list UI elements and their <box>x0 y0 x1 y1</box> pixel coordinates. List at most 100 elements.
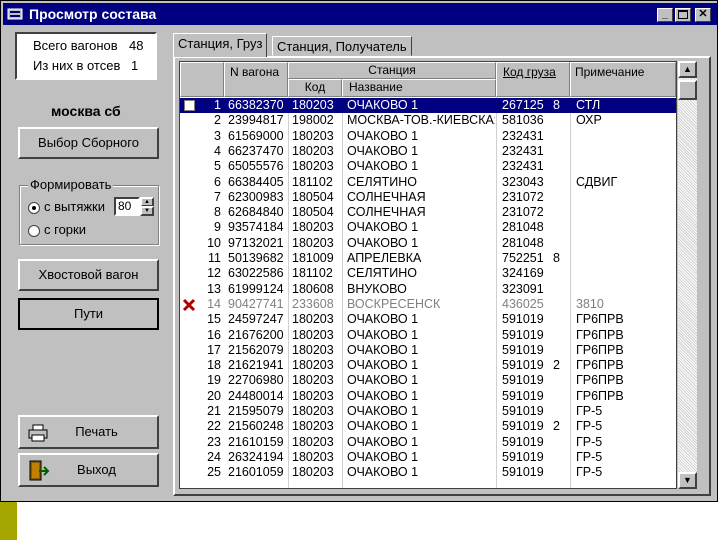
table-row[interactable]: 19 22706980 180203 ОЧАКОВО 1 591019 ГР6ПРВ <box>180 373 676 388</box>
cell-cargo-code: 591019 <box>502 342 544 357</box>
exit-button[interactable]: Выход <box>18 453 159 487</box>
total-wagons-label: Всего вагонов <box>33 38 118 53</box>
table-row[interactable]: 18 21621941 180203 ОЧАКОВО 1 591019 2 ГР6ПРВ <box>180 358 676 373</box>
tab-station-cargo[interactable]: Станция, Груз <box>173 33 268 57</box>
cell-row-number: 18 <box>207 358 221 373</box>
app-icon <box>7 8 23 20</box>
maximize-button[interactable] <box>675 8 691 22</box>
table-row[interactable]: 15 24597247 180203 ОЧАКОВО 1 591019 ГР6ПРВ <box>180 312 676 327</box>
cell-row-number: 20 <box>207 388 221 403</box>
table-row[interactable]: 12 63022586 181102 СЕЛЯТИНО 324169 <box>180 266 676 281</box>
header-station-code[interactable]: Код <box>288 79 342 97</box>
cell-station-name: ОЧАКОВО 1 <box>347 235 419 250</box>
cell-wagon-no: 66384405 <box>228 174 284 189</box>
table-row[interactable]: 13 61999124 180608 ВНУКОВО 323091 <box>180 282 676 297</box>
table-row[interactable]: 2 23994817 198002 МОСКВА-ТОВ.-КИЕВСКАЯ 58103… <box>180 113 676 128</box>
cell-station-code: 181009 <box>292 251 334 265</box>
cell-wagon-no: 21562079 <box>228 342 284 357</box>
cell-cargo-code: 591019 <box>502 465 544 480</box>
pull-radio[interactable] <box>28 202 40 214</box>
tracks-button[interactable]: Пути <box>18 298 159 330</box>
header-corner <box>180 62 224 97</box>
table-row[interactable]: 3 61569000 180203 ОЧАКОВО 1 232431 <box>180 129 676 144</box>
cell-cargo-code: 232431 <box>502 159 544 174</box>
pull-value-input[interactable]: 80 <box>114 197 140 216</box>
wagon-counts-box: Всего вагонов 48 Из них в отсев 1 <box>15 32 157 80</box>
table-row[interactable]: 4 66237470 180203 ОЧАКОВО 1 232431 <box>180 144 676 159</box>
cell-station-name: МОСКВА-ТОВ.-КИЕВСКАЯ <box>347 113 495 128</box>
cell-station-name: ОЧАКОВО 1 <box>347 373 419 388</box>
cell-station-code: 180203 <box>292 312 334 327</box>
table-row[interactable]: 14 90427741 233608 ВОСКРЕСЕНСК 436025 3810 <box>180 297 676 312</box>
cell-wagon-no: 21621941 <box>228 358 284 373</box>
cell-cargo-code: 267125 <box>502 98 544 112</box>
cell-note: 3810 <box>576 296 604 311</box>
cell-cargo-code: 591019 <box>502 419 544 434</box>
cell-cargo-code: 281048 <box>502 235 544 250</box>
hill-radio[interactable] <box>28 225 40 237</box>
minimize-button[interactable]: _ <box>657 8 673 22</box>
cell-station-name: ОЧАКОВО 1 <box>347 159 419 174</box>
cell-row-number: 15 <box>207 312 221 327</box>
print-button[interactable]: Печать <box>18 415 159 449</box>
cell-station-name: ВНУКОВО <box>347 281 407 296</box>
accent-bar <box>0 502 17 540</box>
cell-row-number: 8 <box>214 205 221 220</box>
table-row[interactable]: 11 50139682 181009 АПРЕЛЕВКА 752251 8 <box>180 251 676 266</box>
table-row[interactable]: 7 62300983 180504 СОЛНЕЧНАЯ 231072 <box>180 190 676 205</box>
table-row[interactable]: 17 21562079 180203 ОЧАКОВО 1 591019 ГР6ПРВ <box>180 343 676 358</box>
cell-station-code: 181102 <box>292 174 333 189</box>
cell-station-name: СОЛНЕЧНАЯ <box>347 189 426 204</box>
close-button[interactable]: ✕ <box>695 8 711 22</box>
table-row[interactable]: 9 93574184 180203 ОЧАКОВО 1 281048 <box>180 220 676 235</box>
cell-cargo-code: 591019 <box>502 327 544 342</box>
cell-cargo-extra: 2 <box>553 358 560 373</box>
cell-cargo-extra: 8 <box>553 251 560 265</box>
row-marker-checkbox-icon[interactable] <box>184 100 195 111</box>
tail-wagon-button[interactable]: Хвостовой вагон <box>18 259 159 291</box>
cell-row-number: 3 <box>214 128 221 143</box>
cell-row-number: 7 <box>214 189 221 204</box>
tab-station-recipient[interactable]: Станция, Получатель <box>272 36 412 56</box>
scroll-up-icon[interactable]: ▲ <box>678 61 697 78</box>
pull-value-stepper[interactable]: ▲ ▼ <box>140 197 154 216</box>
select-combined-button[interactable]: Выбор Сборного <box>18 127 159 159</box>
cell-station-code: 180203 <box>292 327 334 342</box>
cell-wagon-no: 66237470 <box>228 143 284 158</box>
wagon-table[interactable]: N вагона Станция Код Название Код груза … <box>179 61 677 489</box>
cell-row-number: 6 <box>214 174 221 189</box>
cell-note: ГР6ПРВ <box>576 373 624 388</box>
cell-note: СТЛ <box>576 98 601 112</box>
cell-wagon-no: 97132021 <box>228 235 284 250</box>
cell-note: ГР-5 <box>576 419 603 434</box>
table-row[interactable]: 24 26324194 180203 ОЧАКОВО 1 591019 ГР-5 <box>180 450 676 465</box>
cell-station-code: 233608 <box>292 296 334 311</box>
table-row[interactable]: 16 21676200 180203 ОЧАКОВО 1 591019 ГР6ПРВ <box>180 328 676 343</box>
table-row[interactable]: 6 66384405 181102 СЕЛЯТИНО 323043 СДВИГ <box>180 175 676 190</box>
table-row[interactable]: 1 66382370 180203 ОЧАКОВО 1 267125 8 СТЛ <box>180 98 676 114</box>
cell-cargo-code: 436025 <box>502 296 544 311</box>
header-station-name[interactable]: Название <box>342 79 496 97</box>
table-scrollbar[interactable]: ▲ ▼ <box>678 61 697 489</box>
table-row[interactable]: 5 65055576 180203 ОЧАКОВО 1 232431 <box>180 159 676 174</box>
scroll-thumb[interactable] <box>678 80 697 100</box>
cell-row-number: 11 <box>208 251 221 265</box>
table-row[interactable]: 25 21601059 180203 ОЧАКОВО 1 591019 ГР-5 <box>180 465 676 480</box>
cell-wagon-no: 93574184 <box>228 220 284 235</box>
table-row[interactable]: 8 62684840 180504 СОЛНЕЧНАЯ 231072 <box>180 205 676 220</box>
header-cargo-code[interactable]: Код груза <box>496 62 570 97</box>
table-row[interactable]: 23 21610159 180203 ОЧАКОВО 1 591019 ГР-5 <box>180 435 676 450</box>
stepper-down-icon[interactable]: ▼ <box>140 206 154 216</box>
table-row[interactable]: 20 24480014 180203 ОЧАКОВО 1 591019 ГР6ПРВ <box>180 389 676 404</box>
cell-station-code: 180203 <box>292 419 334 434</box>
header-station[interactable]: Станция <box>288 62 496 79</box>
cell-row-number: 4 <box>214 143 221 158</box>
table-row[interactable]: 10 97132021 180203 ОЧАКОВО 1 281048 <box>180 236 676 251</box>
cell-station-name: ОЧАКОВО 1 <box>347 143 419 158</box>
table-row[interactable]: 22 21560248 180203 ОЧАКОВО 1 591019 2 ГР-5 <box>180 419 676 434</box>
header-note[interactable]: Примечание <box>570 62 676 97</box>
cell-wagon-no: 22706980 <box>228 373 284 388</box>
header-wagon-no[interactable]: N вагона <box>224 62 288 97</box>
scroll-down-icon[interactable]: ▼ <box>678 472 697 489</box>
table-row[interactable]: 21 21595079 180203 ОЧАКОВО 1 591019 ГР-5 <box>180 404 676 419</box>
